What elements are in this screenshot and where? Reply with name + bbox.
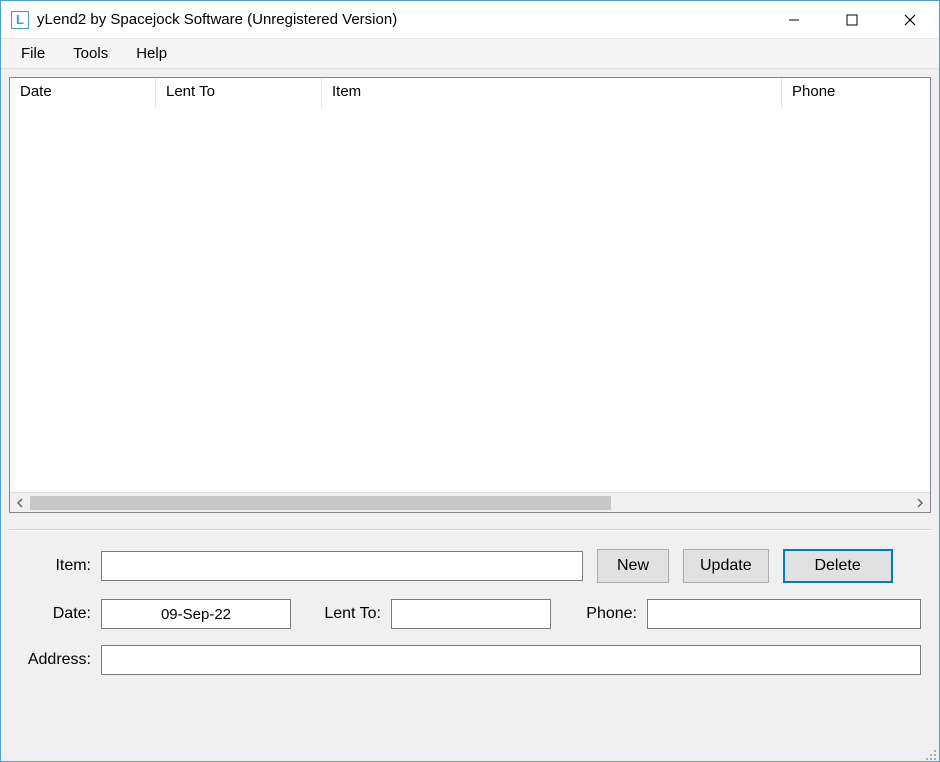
row-item: Item: New Update Delete <box>11 549 929 583</box>
row-date: Date: Lent To: Phone: <box>11 599 929 629</box>
label-phone: Phone: <box>551 605 647 623</box>
item-input[interactable] <box>101 551 583 581</box>
entry-form: Item: New Update Delete Date: Lent To: P… <box>1 531 939 685</box>
scroll-thumb[interactable] <box>30 496 611 510</box>
window-title: yLend2 by Spacejock Software (Unregister… <box>37 11 765 28</box>
maximize-button[interactable] <box>823 1 881 38</box>
content-area: Date Lent To Item Phone <box>1 69 939 761</box>
address-input[interactable] <box>101 645 921 675</box>
date-input[interactable] <box>101 599 291 629</box>
statusbar <box>1 747 939 761</box>
phone-input[interactable] <box>647 599 921 629</box>
new-button[interactable]: New <box>597 549 669 583</box>
window-controls <box>765 1 939 38</box>
label-item: Item: <box>11 557 101 575</box>
scroll-left-icon[interactable] <box>10 493 30 513</box>
scroll-right-icon[interactable] <box>910 493 930 513</box>
close-button[interactable] <box>881 1 939 38</box>
scroll-track[interactable] <box>30 493 910 513</box>
titlebar: L yLend2 by Spacejock Software (Unregist… <box>1 1 939 39</box>
column-date[interactable]: Date <box>10 78 156 108</box>
column-item[interactable]: Item <box>322 78 782 108</box>
lent-to-input[interactable] <box>391 599 551 629</box>
label-address: Address: <box>11 651 101 669</box>
column-lent-to[interactable]: Lent To <box>156 78 322 108</box>
label-lent-to: Lent To: <box>291 605 391 623</box>
menubar: File Tools Help <box>1 39 939 69</box>
column-phone[interactable]: Phone <box>782 78 930 108</box>
menu-help[interactable]: Help <box>122 41 181 66</box>
list-body[interactable] <box>10 108 930 492</box>
app-icon: L <box>11 11 29 29</box>
menu-file[interactable]: File <box>7 41 59 66</box>
label-date: Date: <box>11 605 101 623</box>
menu-tools[interactable]: Tools <box>59 41 122 66</box>
items-list[interactable]: Date Lent To Item Phone <box>9 77 931 513</box>
list-header: Date Lent To Item Phone <box>10 78 930 108</box>
spacer <box>1 685 939 747</box>
minimize-button[interactable] <box>765 1 823 38</box>
update-button[interactable]: Update <box>683 549 769 583</box>
horizontal-scrollbar[interactable] <box>10 492 930 512</box>
app-window: L yLend2 by Spacejock Software (Unregist… <box>0 0 940 762</box>
row-address: Address: <box>11 645 929 675</box>
resize-grip-icon[interactable] <box>925 749 937 761</box>
delete-button[interactable]: Delete <box>783 549 893 583</box>
